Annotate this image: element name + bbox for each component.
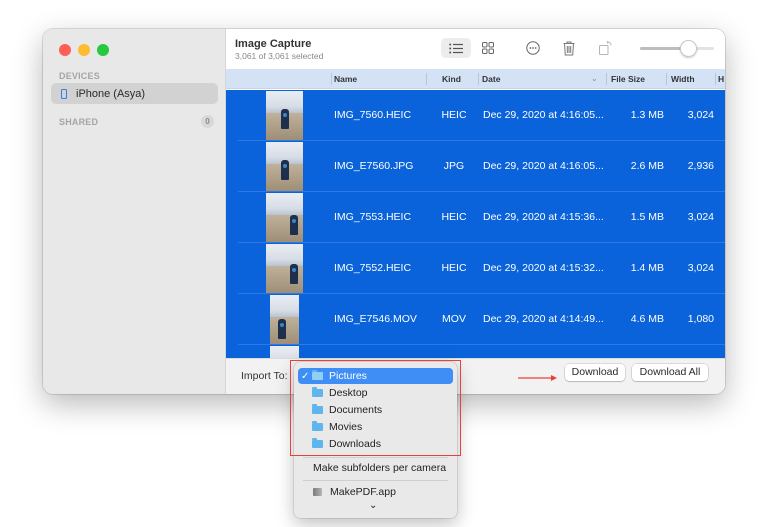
file-kind: HEIC [441,109,467,121]
file-width: 1,080 [687,313,714,325]
file-date: Dec 29, 2020 at 4:16:05... [483,160,604,172]
column-header-name[interactable]: Name [334,69,357,89]
table-row[interactable]: IMG_E7546.MOV MOV Dec 29, 2020 at 4:14:4… [226,294,725,345]
column-separator[interactable] [478,73,479,85]
iphone-icon [61,88,67,99]
column-separator[interactable] [715,73,716,85]
makepdf-app-icon [313,488,322,496]
menu-item-make-subfolders[interactable]: Make subfolders per camera [313,462,446,474]
column-header-height[interactable]: H [718,69,724,89]
grid-icon [482,42,494,54]
list-view-button[interactable] [441,38,471,58]
image-capture-window: DEVICES iPhone (Asya) SHARED 0 Image Cap… [43,29,725,394]
table-row[interactable]: IMG_7560.HEIC HEIC Dec 29, 2020 at 4:16:… [226,90,725,141]
minimize-button[interactable] [78,44,90,56]
window-title: Image Capture [235,38,312,50]
file-name: IMG_7560.HEIC [334,109,412,121]
file-width: 3,024 [687,262,714,274]
annotation-highlight-box [290,360,461,456]
table-row[interactable]: IMG_E7560.JPG JPG Dec 29, 2020 at 4:16:0… [226,141,725,192]
column-separator[interactable] [331,73,332,85]
download-all-button[interactable]: Download All [632,364,708,381]
file-name: IMG_7552.HEIC [334,262,412,274]
photo-thumbnail [266,193,303,242]
column-separator[interactable] [426,73,427,85]
column-header-width[interactable]: Width [671,69,695,89]
file-date: Dec 29, 2020 at 4:15:36... [483,211,604,223]
file-name: IMG_E7560.JPG [334,160,414,172]
trash-icon [563,41,575,55]
scroll-down-chevron-icon[interactable]: ⌄ [369,500,377,511]
column-header-file-size[interactable]: File Size [611,69,645,89]
file-date: Dec 29, 2020 at 4:16:05... [483,109,604,121]
devices-heading: DEVICES [59,71,100,81]
file-kind: HEIC [441,262,467,274]
photo-thumbnail [266,91,303,140]
delete-button[interactable] [559,38,579,58]
download-button[interactable]: Download [565,364,625,381]
thumbnail-size-slider[interactable] [640,40,714,57]
file-size: 1.3 MB [630,109,664,121]
column-separator[interactable] [666,73,667,85]
file-size: 1.4 MB [630,262,664,274]
column-separator[interactable] [606,73,607,85]
list-icon [449,43,463,53]
column-header-kind[interactable]: Kind [442,69,461,89]
close-button[interactable] [59,44,71,56]
table-row[interactable]: IMG_7552.HEIC HEIC Dec 29, 2020 at 4:15:… [226,243,725,294]
file-size: 1.5 MB [630,211,664,223]
grid-view-button[interactable] [478,38,498,58]
ellipsis-circle-icon [526,41,540,55]
sidebar-item-label: iPhone (Asya) [76,87,146,100]
file-name: IMG_E7546.MOV [334,313,417,325]
table-header: Name Kind Date ⌄ File Size Width H [226,69,725,89]
video-thumbnail [270,295,299,344]
main-pane: Image Capture 3,061 of 3,061 selected Na… [226,29,725,394]
import-to-label: Import To: [241,370,288,382]
window-controls [59,44,109,56]
file-width: 3,024 [687,211,714,223]
file-width: 3,024 [687,109,714,121]
more-actions-button[interactable] [523,38,543,58]
file-width: 2,936 [687,160,714,172]
shared-count-badge: 0 [201,115,214,128]
column-header-date[interactable]: Date [482,69,500,89]
file-name: IMG_7553.HEIC [334,211,412,223]
selection-count: 3,061 of 3,061 selected [235,51,324,61]
sidebar-item-iphone[interactable]: iPhone (Asya) [51,83,218,104]
file-size: 4.6 MB [630,313,664,325]
table-row[interactable] [226,345,725,358]
menu-divider [303,457,448,458]
file-size: 2.6 MB [630,160,664,172]
table-row[interactable]: IMG_7553.HEIC HEIC Dec 29, 2020 at 4:15:… [226,192,725,243]
photo-thumbnail [266,244,303,293]
file-kind: JPG [443,160,465,172]
slider-thumb[interactable] [679,40,697,57]
menu-divider [303,480,448,481]
file-kind: HEIC [441,211,467,223]
rotate-button[interactable] [596,38,616,58]
file-date: Dec 29, 2020 at 4:15:32... [483,262,604,274]
file-list: IMG_7560.HEIC HEIC Dec 29, 2020 at 4:16:… [226,90,725,358]
file-kind: MOV [442,313,466,325]
shared-heading: SHARED [59,117,99,127]
menu-item-makepdf[interactable]: MakePDF.app [330,486,396,498]
file-date: Dec 29, 2020 at 4:14:49... [483,313,604,325]
rotate-icon [599,41,612,55]
zoom-button[interactable] [97,44,109,56]
sidebar: DEVICES iPhone (Asya) SHARED 0 [43,29,226,394]
sort-chevron-icon: ⌄ [591,74,598,83]
video-thumbnail [270,346,299,358]
annotation-arrow-icon [518,375,557,381]
photo-thumbnail [266,142,303,191]
